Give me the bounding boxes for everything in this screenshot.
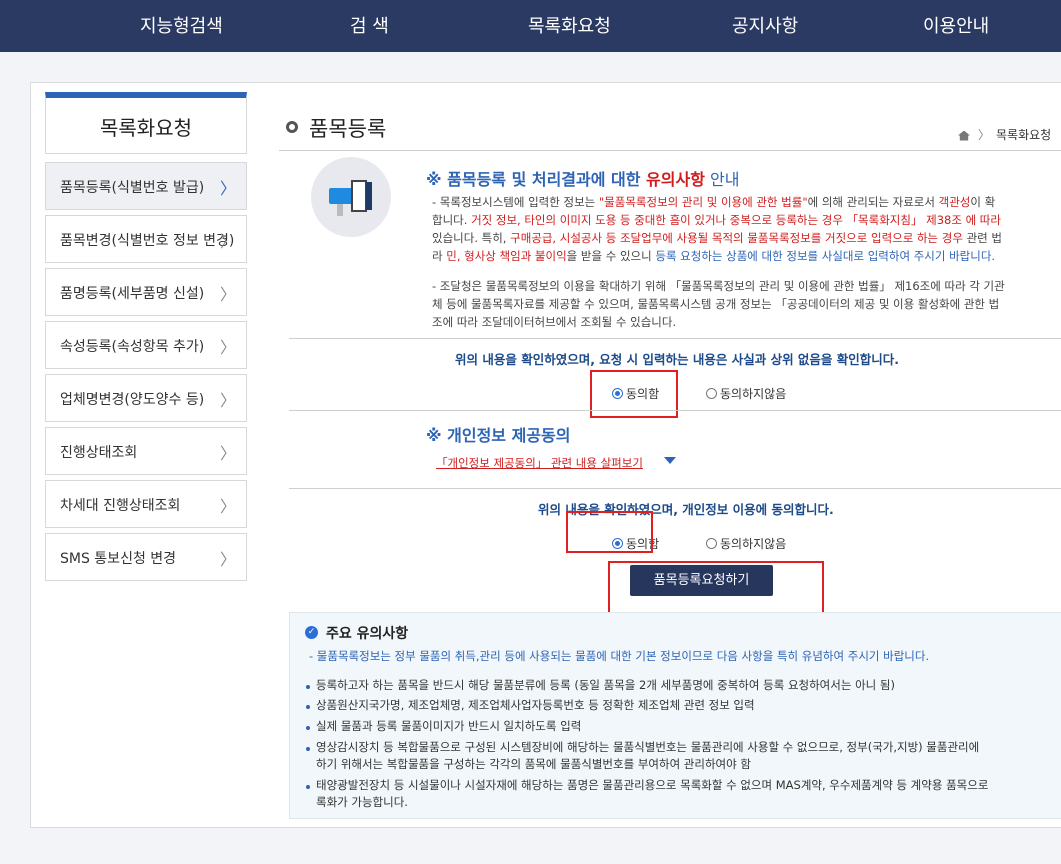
sidebar-item-attribute-registration[interactable]: 속성등록(속성항목 추가) 〉 bbox=[45, 321, 247, 369]
sidebar-title-box: 목록화요청 bbox=[45, 92, 247, 154]
notice-text: 로서 bbox=[913, 195, 939, 209]
sidebar-item-label: 진행상태조회 bbox=[60, 445, 138, 461]
sidebar-item-status-inquiry[interactable]: 진행상태조회 〉 bbox=[45, 427, 247, 475]
key-notes-title: 주요 유의사항 bbox=[326, 626, 409, 642]
header-divider bbox=[279, 150, 1061, 151]
notice-line-6: 체 등에 물품목록자료를 제공할 수 있으며, 물품목록시스템 공개 정보는 「… bbox=[432, 297, 1000, 311]
notice-warning: 거짓 정보, 타인의 이미지 도용 등 중대한 흠이 있거나 중복으로 등록하는… bbox=[471, 213, 1001, 227]
privacy-details-link[interactable]: 「개인정보 제공동의」 관련 내용 살펴보기 bbox=[436, 455, 643, 471]
notice-text: - 목록정보시스템에 입력한 정보는 bbox=[432, 195, 599, 209]
notice-line-2: 합니다. 거짓 정보, 타인의 이미지 도용 등 중대한 흠이 있거나 중복으로… bbox=[432, 211, 1001, 229]
notice-heading-prefix: ※ 품목등록 및 처리결과에 대한 bbox=[426, 170, 647, 189]
megaphone-icon-horn bbox=[351, 180, 367, 212]
notice-text: 을 받을 수 있으니 bbox=[566, 249, 656, 263]
notice-text: 관련 법 bbox=[962, 231, 1002, 245]
sidebar-item-label: 품명등록(세부품명 신설) bbox=[60, 286, 205, 302]
megaphone-icon-stand bbox=[337, 204, 343, 216]
notice-highlight: 객관성 bbox=[938, 195, 971, 209]
note-item: 등록하고자 하는 품목을 반드시 해당 물품분류에 등록 (동일 품목을 2개 … bbox=[316, 678, 895, 692]
megaphone-icon bbox=[329, 188, 353, 204]
notice-warning: 구매공급, 시설공사 등 조달업무에 사용될 목적의 물품목록정보를 거짓으로 … bbox=[510, 231, 963, 245]
nav-smart-search[interactable]: 지능형검색 bbox=[140, 12, 223, 38]
disagree-radio-1[interactable]: 동의하지않음 bbox=[706, 385, 786, 402]
bullet-icon bbox=[306, 705, 310, 709]
note-item: 상품원산지국가명, 제조업체명, 제조업체사업자등록번호 등 정확한 제조업체 … bbox=[316, 698, 755, 712]
chevron-right-icon: 〉 bbox=[219, 285, 236, 304]
sidebar-item-nextgen-status[interactable]: 차세대 진행상태조회 〉 bbox=[45, 480, 247, 528]
sidebar-item-label: 품목변경(식별번호 정보 변경) bbox=[60, 233, 235, 249]
notice-text: 라 bbox=[432, 249, 447, 263]
breadcrumb-separator-icon: 〉 bbox=[978, 128, 991, 142]
confirm-statement-1: 위의 내용을 확인하였으며, 요청 시 입력하는 내용은 사실과 상위 없음을 … bbox=[455, 352, 900, 367]
bullet-icon bbox=[306, 785, 310, 789]
chevron-right-icon: 〉 bbox=[219, 497, 236, 516]
note-item: 영상감시장치 등 복합물품으로 구성된 시스템장비에 해당하는 물품식별번호는 … bbox=[316, 740, 980, 754]
notice-text: 합니다. bbox=[432, 213, 472, 227]
radio-unchecked-icon[interactable] bbox=[706, 388, 717, 399]
sidebar-item-label: SMS 통보신청 변경 bbox=[60, 551, 177, 567]
sidebar-item-label: 품목등록(식별번호 발급) bbox=[60, 180, 205, 196]
page-title: 품목등록 bbox=[309, 117, 387, 141]
sidebar-item-item-change[interactable]: 품목변경(식별번호 정보 변경) 〉 bbox=[45, 215, 247, 263]
sidebar-item-item-registration[interactable]: 품목등록(식별번호 발급) 〉 bbox=[45, 162, 247, 210]
sidebar-item-label: 속성등록(속성항목 추가) bbox=[60, 339, 205, 355]
sidebar-item-label: 업체명변경(양도양수 등) bbox=[60, 392, 205, 408]
sidebar-item-sms-change[interactable]: SMS 통보신청 변경 〉 bbox=[45, 533, 247, 581]
breadcrumb: 〉 목록화요청 bbox=[958, 126, 1051, 143]
chevron-right-icon: 〉 bbox=[219, 179, 236, 198]
divider bbox=[289, 488, 1061, 489]
breadcrumb-current[interactable]: 목록화요청 bbox=[996, 128, 1051, 142]
key-notes-subtitle: - 물품목록정보는 정부 물품의 취득,관리 등에 사용되는 물품에 대한 기본… bbox=[309, 649, 930, 663]
bullet-icon bbox=[306, 726, 310, 730]
check-circle-icon: ✓ bbox=[305, 626, 318, 639]
note-item: 실제 물품과 등록 물품이미지가 반드시 일치하도록 입력 bbox=[316, 719, 582, 733]
home-icon[interactable] bbox=[958, 130, 970, 141]
bullet-icon bbox=[306, 685, 310, 689]
title-bullet-icon bbox=[286, 121, 298, 133]
note-item-continued: 록화가 가능합니다. bbox=[316, 795, 408, 809]
chevron-right-icon: 〉 bbox=[219, 550, 236, 569]
notice-text: 에 의해 관리되는 자료 bbox=[807, 195, 914, 209]
disagree-label: 동의하지않음 bbox=[720, 387, 787, 401]
sidebar-item-company-change[interactable]: 업체명변경(양도양수 등) 〉 bbox=[45, 374, 247, 422]
radio-unchecked-icon[interactable] bbox=[706, 538, 717, 549]
chevron-right-icon: 〉 bbox=[219, 338, 236, 357]
disagree-label: 동의하지않음 bbox=[720, 537, 787, 551]
notice-law-name: "물품목록정보의 관리 및 이용에 관한 법률" bbox=[598, 195, 808, 209]
nav-search[interactable]: 검 색 bbox=[350, 12, 389, 38]
notice-line-4: 라 민, 형사상 책임과 불이익을 받을 수 있으니 등록 요청하는 상품에 대… bbox=[432, 247, 995, 265]
nav-notices[interactable]: 공지사항 bbox=[732, 12, 798, 38]
chevron-right-icon: 〉 bbox=[219, 391, 236, 410]
disagree-radio-2[interactable]: 동의하지않음 bbox=[706, 535, 786, 552]
notice-line-3: 있습니다. 특히, 구매공급, 시설공사 등 조달업무에 사용될 목적의 물품목… bbox=[432, 229, 1002, 247]
notice-warning: 민, 형사상 책임과 불이익 bbox=[446, 249, 567, 263]
bullet-icon bbox=[306, 747, 310, 751]
notice-line-7: 조에 따라 조달데이터허브에서 조회될 수 있습니다. bbox=[432, 315, 677, 329]
notice-request: 등록 요청하는 상품에 대한 정보를 사실대로 입력하여 주시기 바랍니다. bbox=[655, 249, 996, 263]
nav-catalog-request[interactable]: 목록화요청 bbox=[528, 12, 611, 38]
megaphone-icon-end bbox=[366, 182, 372, 210]
privacy-heading: ※ 개인정보 제공동의 bbox=[426, 426, 571, 445]
sidebar-title: 목록화요청 bbox=[100, 116, 192, 140]
highlight-box bbox=[566, 511, 653, 553]
notice-heading: ※ 품목등록 및 처리결과에 대한 유의사항 안내 bbox=[426, 166, 739, 190]
notice-text: 있습니다. 특히, bbox=[432, 231, 511, 245]
expand-triangle-icon[interactable] bbox=[664, 457, 676, 464]
sidebar-item-name-registration[interactable]: 품명등록(세부품명 신설) 〉 bbox=[45, 268, 247, 316]
notice-text: 이 확 bbox=[970, 195, 996, 209]
notice-heading-highlight: 유의사항 bbox=[646, 170, 705, 189]
divider bbox=[289, 410, 1061, 411]
note-item: 태양광발전장치 등 시설물이나 시설자재에 해당하는 품명은 물품관리용으로 목… bbox=[316, 778, 989, 792]
chevron-right-icon: 〉 bbox=[219, 232, 236, 251]
notice-line-5: - 조달청은 물품목록정보의 이용을 확대하기 위해 「물품목록정보의 관리 및… bbox=[432, 279, 1005, 293]
note-item-continued: 하기 위해서는 복합물품을 구성하는 각각의 품목에 물품식별번호를 부여하여 … bbox=[316, 757, 751, 771]
top-navigation: 지능형검색 검 색 목록화요청 공지사항 이용안내 bbox=[0, 0, 1061, 52]
divider bbox=[289, 338, 1061, 339]
sidebar-item-label: 차세대 진행상태조회 bbox=[60, 498, 181, 514]
notice-heading-suffix: 안내 bbox=[704, 170, 740, 189]
chevron-right-icon: 〉 bbox=[219, 444, 236, 463]
nav-usage-guide[interactable]: 이용안내 bbox=[923, 12, 989, 38]
notice-line-1: - 목록정보시스템에 입력한 정보는 "물품목록정보의 관리 및 이용에 관한 … bbox=[432, 193, 995, 211]
